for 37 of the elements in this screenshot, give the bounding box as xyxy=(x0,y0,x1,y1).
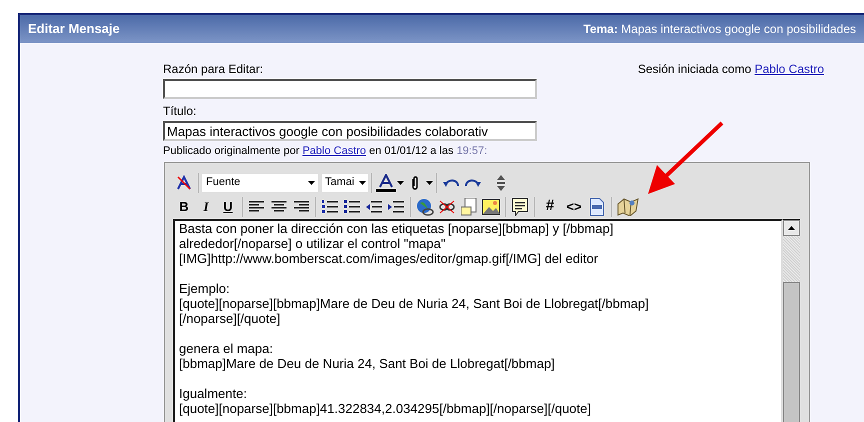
text-line: alrededor[/noparse] o utilizar el control "mapa" xyxy=(179,236,446,250)
text-line: [/noparse][/quote] xyxy=(179,310,280,326)
author-link[interactable]: Pablo Castro xyxy=(302,145,366,157)
text-line: genera el mapa: xyxy=(179,340,273,356)
field-label: Razón para Editar: xyxy=(163,61,264,78)
user-link[interactable]: Pablo Castro xyxy=(754,62,824,76)
session-text: Sesión iniciada como Pablo Castro xyxy=(638,61,824,75)
html-button[interactable]: <> xyxy=(562,196,586,218)
title-field[interactable]: Mapas interactivos google con posibilidades colaborativ xyxy=(163,121,537,141)
scroll-up-icon[interactable] xyxy=(788,226,795,230)
font-select[interactable]: Fuente xyxy=(202,174,318,192)
caret-icon[interactable] xyxy=(308,180,315,184)
reason-field[interactable] xyxy=(163,79,537,99)
map-icon[interactable] xyxy=(615,196,641,218)
text-line: [quote][noparse][bbmap]Mare de Deu de Nuria 24, Sant Boi de Llobregat[/bbmap] xyxy=(179,296,649,310)
text-line: Ejemplo: xyxy=(179,280,230,296)
text-line: [quote][noparse][bbmap]41.322834,2.034295[/bbmap][/noparse][/quote] xyxy=(179,400,591,416)
posted-info: Publicado originalmente por Pablo Castro en 01/01/12 a las 19:57: xyxy=(163,145,488,157)
text-color-icon[interactable] xyxy=(375,172,397,194)
italic-button[interactable]: I xyxy=(195,196,217,218)
scrollbar[interactable] xyxy=(783,218,800,422)
text-line: Igualmente: xyxy=(179,386,247,400)
message-textarea[interactable] xyxy=(173,218,783,422)
underline-button[interactable]: U xyxy=(217,196,239,218)
text-line: Basta con poner la dirección con las etiquetas [noparse][bbmap] y [/bbmap] xyxy=(179,220,614,236)
caret-icon[interactable] xyxy=(426,180,433,184)
page-title: Editar Mensaje xyxy=(28,20,120,38)
size-select[interactable]: Tamai xyxy=(322,174,368,192)
caret-icon[interactable] xyxy=(359,180,366,184)
topic-title: Tema: Mapas interactivos google con posibilidades xyxy=(583,21,856,38)
bold-button[interactable]: B xyxy=(173,196,195,218)
quote-icon[interactable] xyxy=(509,196,531,218)
field-label: Título: xyxy=(163,103,198,120)
code-button[interactable]: # xyxy=(538,196,562,218)
caret-icon[interactable] xyxy=(397,180,404,184)
text-line: [IMG]http://www.bomberscat.com/images/editor/gmap.gif[/IMG] del editor xyxy=(179,250,598,266)
text-line: [bbmap]Mare de Deu de Nuria 24, Sant Boi de Llobregat[/bbmap] xyxy=(179,356,555,370)
